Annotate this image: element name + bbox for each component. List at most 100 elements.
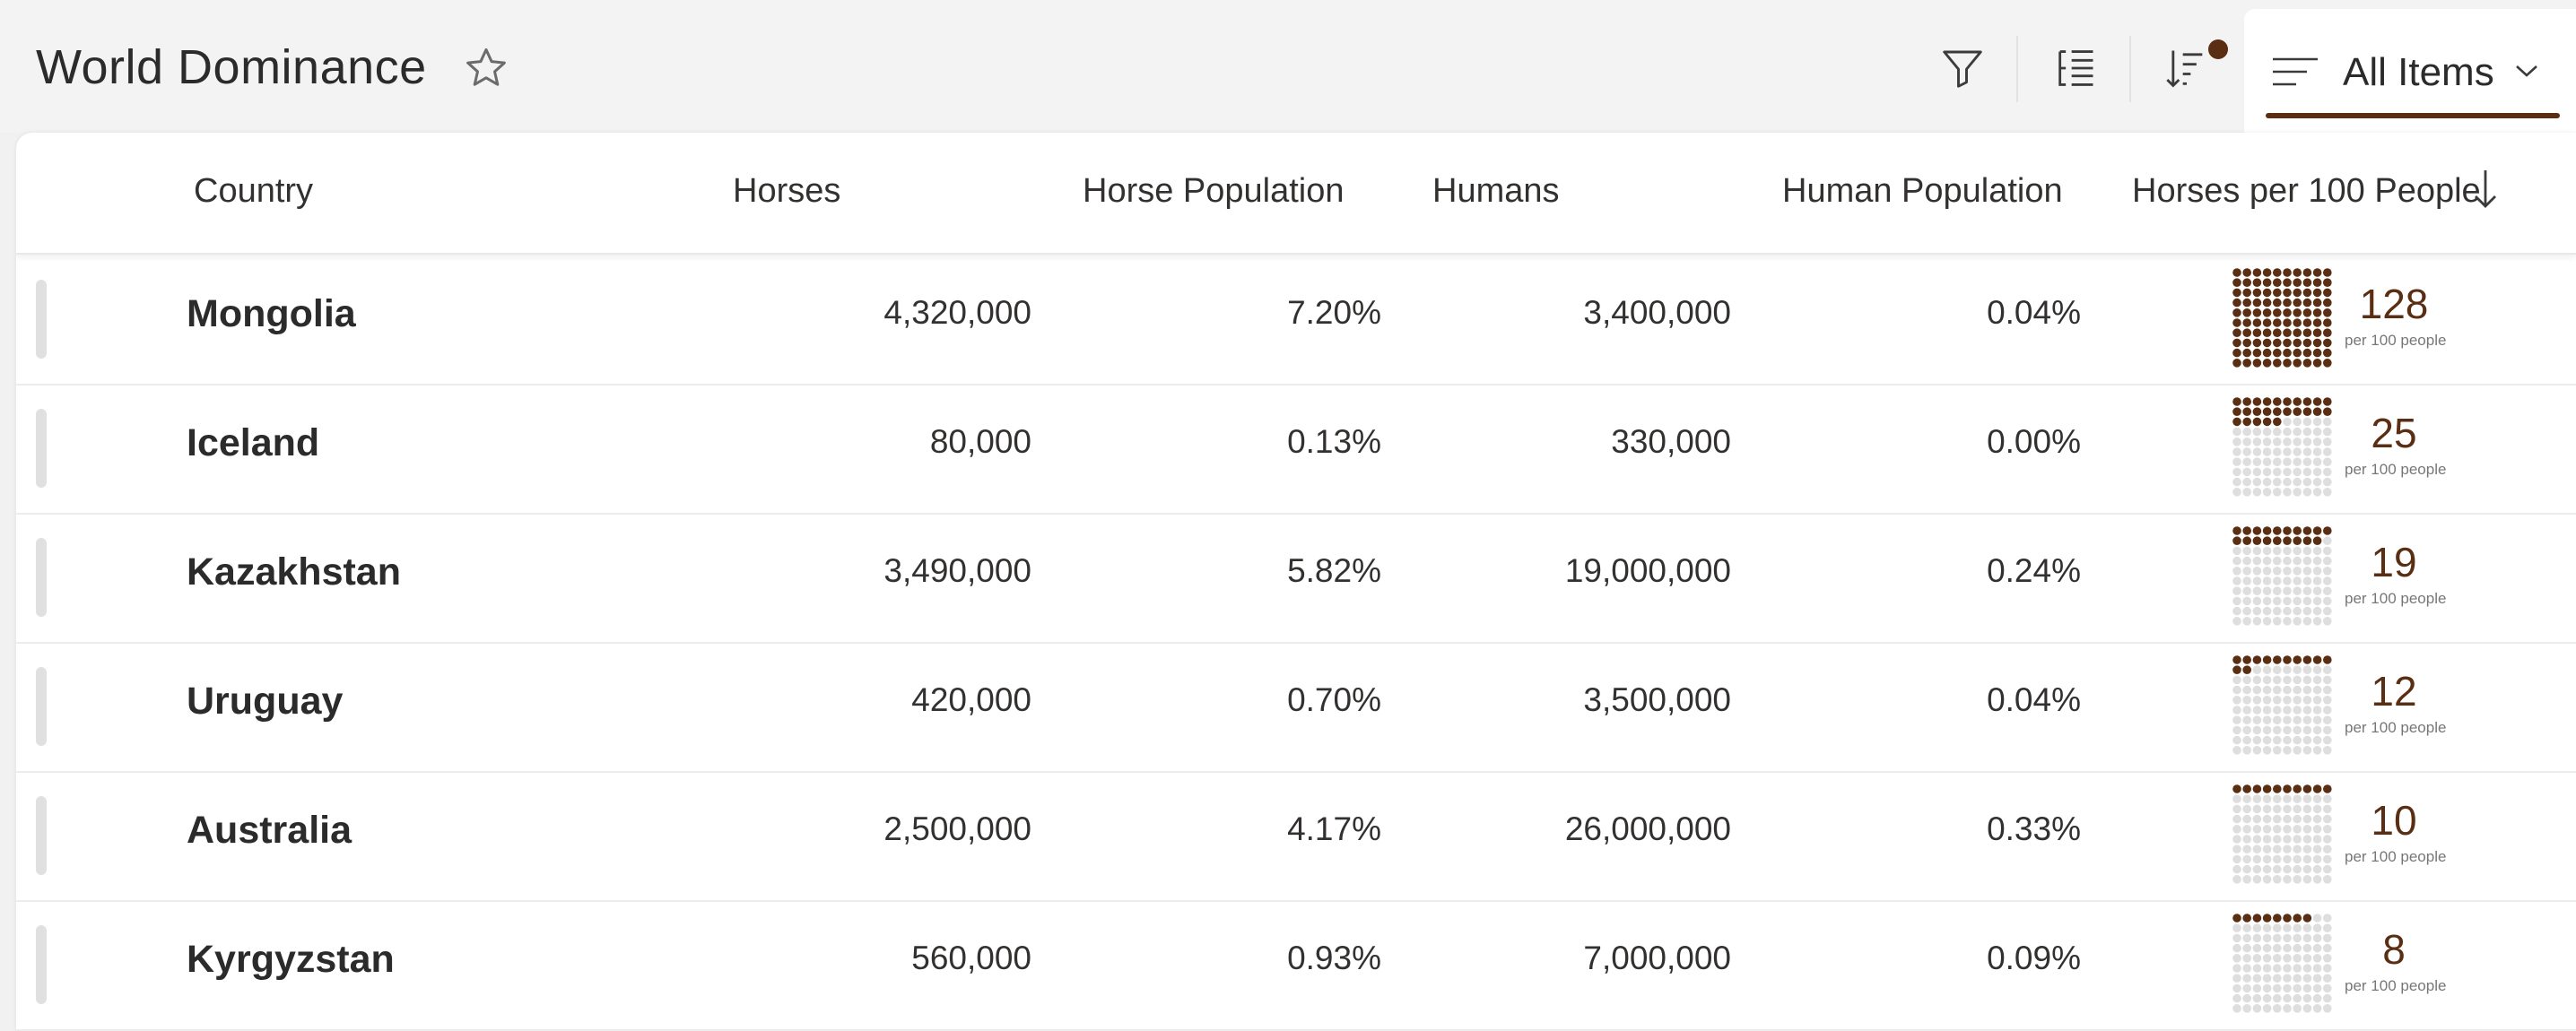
filled-dot — [2293, 338, 2302, 348]
filled-dot — [2293, 278, 2302, 287]
row-selector-handle[interactable] — [36, 409, 47, 488]
empty-dot — [2323, 804, 2332, 814]
column-header-horses-per-100-people[interactable]: Horses per 100 People — [2132, 172, 2481, 211]
cell-horse-population: 7.20% — [1287, 294, 1381, 331]
row-selector-handle[interactable] — [36, 925, 47, 1004]
row-selector-handle[interactable] — [36, 280, 47, 359]
table-row[interactable]: Australia 2,500,000 4.17% 26,000,000 0.33% 10… — [16, 771, 2576, 902]
filled-dot — [2293, 308, 2302, 317]
filled-dot — [2242, 417, 2251, 427]
empty-dot — [2293, 617, 2302, 626]
empty-dot — [2252, 546, 2262, 556]
horse-ratio-dot-grid — [2232, 397, 2332, 497]
empty-dot — [2262, 923, 2272, 932]
filled-dot — [2232, 536, 2241, 545]
table-row[interactable]: Kyrgyzstan 560,000 0.93% 7,000,000 0.09% 8 per… — [16, 900, 2576, 1031]
empty-dot — [2273, 943, 2282, 953]
empty-dot — [2262, 606, 2272, 616]
filled-dot — [2302, 655, 2312, 664]
filter-button[interactable] — [1927, 34, 1998, 106]
filled-dot — [2323, 359, 2332, 368]
filled-dot — [2273, 417, 2282, 427]
filled-dot — [2293, 348, 2302, 358]
column-header-humans[interactable]: Humans — [1432, 172, 1560, 211]
column-header-horse-population[interactable]: Horse Population — [1083, 172, 1345, 211]
empty-dot — [2302, 746, 2312, 755]
empty-dot — [2312, 665, 2322, 674]
column-header-horses[interactable]: Horses — [733, 172, 840, 211]
empty-dot — [2262, 447, 2272, 456]
empty-dot — [2302, 983, 2312, 993]
table-row[interactable]: Iceland 80,000 0.13% 330,000 0.00% 25 per 100 … — [16, 384, 2576, 515]
view-lines-icon — [2271, 56, 2319, 96]
empty-dot — [2293, 696, 2302, 705]
empty-dot — [2262, 685, 2272, 695]
empty-dot — [2283, 974, 2292, 983]
filled-dot — [2293, 784, 2302, 793]
column-header-human-population[interactable]: Human Population — [1782, 172, 2063, 211]
cell-human-population: 0.33% — [1987, 810, 2081, 847]
empty-dot — [2323, 617, 2332, 626]
empty-dot — [2293, 447, 2302, 456]
empty-dot — [2252, 964, 2262, 973]
empty-dot — [2273, 675, 2282, 685]
filled-dot — [2252, 407, 2262, 416]
empty-dot — [2262, 735, 2272, 745]
table-row[interactable]: Uruguay 420,000 0.70% 3,500,000 0.04% 12 per 1… — [16, 642, 2576, 773]
star-icon[interactable] — [463, 45, 509, 91]
empty-dot — [2252, 457, 2262, 466]
empty-dot — [2283, 696, 2292, 705]
empty-dot — [2252, 864, 2262, 874]
row-selector-handle[interactable] — [36, 667, 47, 746]
empty-dot — [2293, 567, 2302, 576]
filled-dot — [2273, 268, 2282, 277]
empty-dot — [2252, 576, 2262, 585]
filled-dot — [2232, 784, 2241, 793]
filled-dot — [2232, 338, 2241, 348]
filled-dot — [2242, 338, 2251, 348]
empty-dot — [2273, 835, 2282, 844]
column-header-country[interactable]: Country — [194, 172, 313, 211]
empty-dot — [2293, 665, 2302, 674]
filled-dot — [2262, 784, 2272, 793]
empty-dot — [2262, 725, 2272, 735]
cell-horses-per-100: 128 — [2359, 281, 2429, 327]
row-selector-handle[interactable] — [36, 538, 47, 617]
empty-dot — [2283, 715, 2292, 724]
empty-dot — [2283, 933, 2292, 943]
empty-dot — [2232, 794, 2241, 803]
empty-dot — [2242, 814, 2251, 824]
empty-dot — [2293, 974, 2302, 983]
empty-dot — [2312, 576, 2322, 585]
table-row[interactable]: Mongolia 4,320,000 7.20% 3,400,000 0.04% 128 p… — [16, 255, 2576, 386]
empty-dot — [2283, 556, 2292, 566]
filled-dot — [2312, 268, 2322, 277]
empty-dot — [2302, 556, 2312, 566]
empty-dot — [2302, 696, 2312, 705]
row-selector-handle[interactable] — [36, 796, 47, 875]
filled-dot — [2323, 397, 2332, 406]
edit-columns-button[interactable] — [2040, 34, 2111, 106]
empty-dot — [2242, 675, 2251, 685]
empty-dot — [2283, 814, 2292, 824]
command-bar: World Dominance All Items — [0, 0, 2576, 134]
ratio-unit-label: per 100 people — [2345, 977, 2447, 994]
empty-dot — [2242, 845, 2251, 853]
empty-dot — [2252, 685, 2262, 695]
filled-dot — [2262, 526, 2272, 535]
empty-dot — [2232, 606, 2241, 616]
empty-dot — [2283, 576, 2292, 585]
filled-dot — [2302, 407, 2312, 416]
empty-dot — [2252, 606, 2262, 616]
table-row[interactable]: Kazakhstan 3,490,000 5.82% 19,000,000 0.24% 1… — [16, 513, 2576, 644]
filled-dot — [2262, 298, 2272, 308]
cell-country: Kyrgyzstan — [187, 938, 395, 981]
empty-dot — [2323, 933, 2332, 943]
empty-dot — [2302, 825, 2312, 834]
view-selector[interactable]: All Items — [2244, 9, 2576, 134]
empty-dot — [2252, 974, 2262, 983]
empty-dot — [2323, 477, 2332, 487]
empty-dot — [2323, 488, 2332, 497]
empty-dot — [2242, 993, 2251, 1003]
empty-dot — [2262, 596, 2272, 606]
